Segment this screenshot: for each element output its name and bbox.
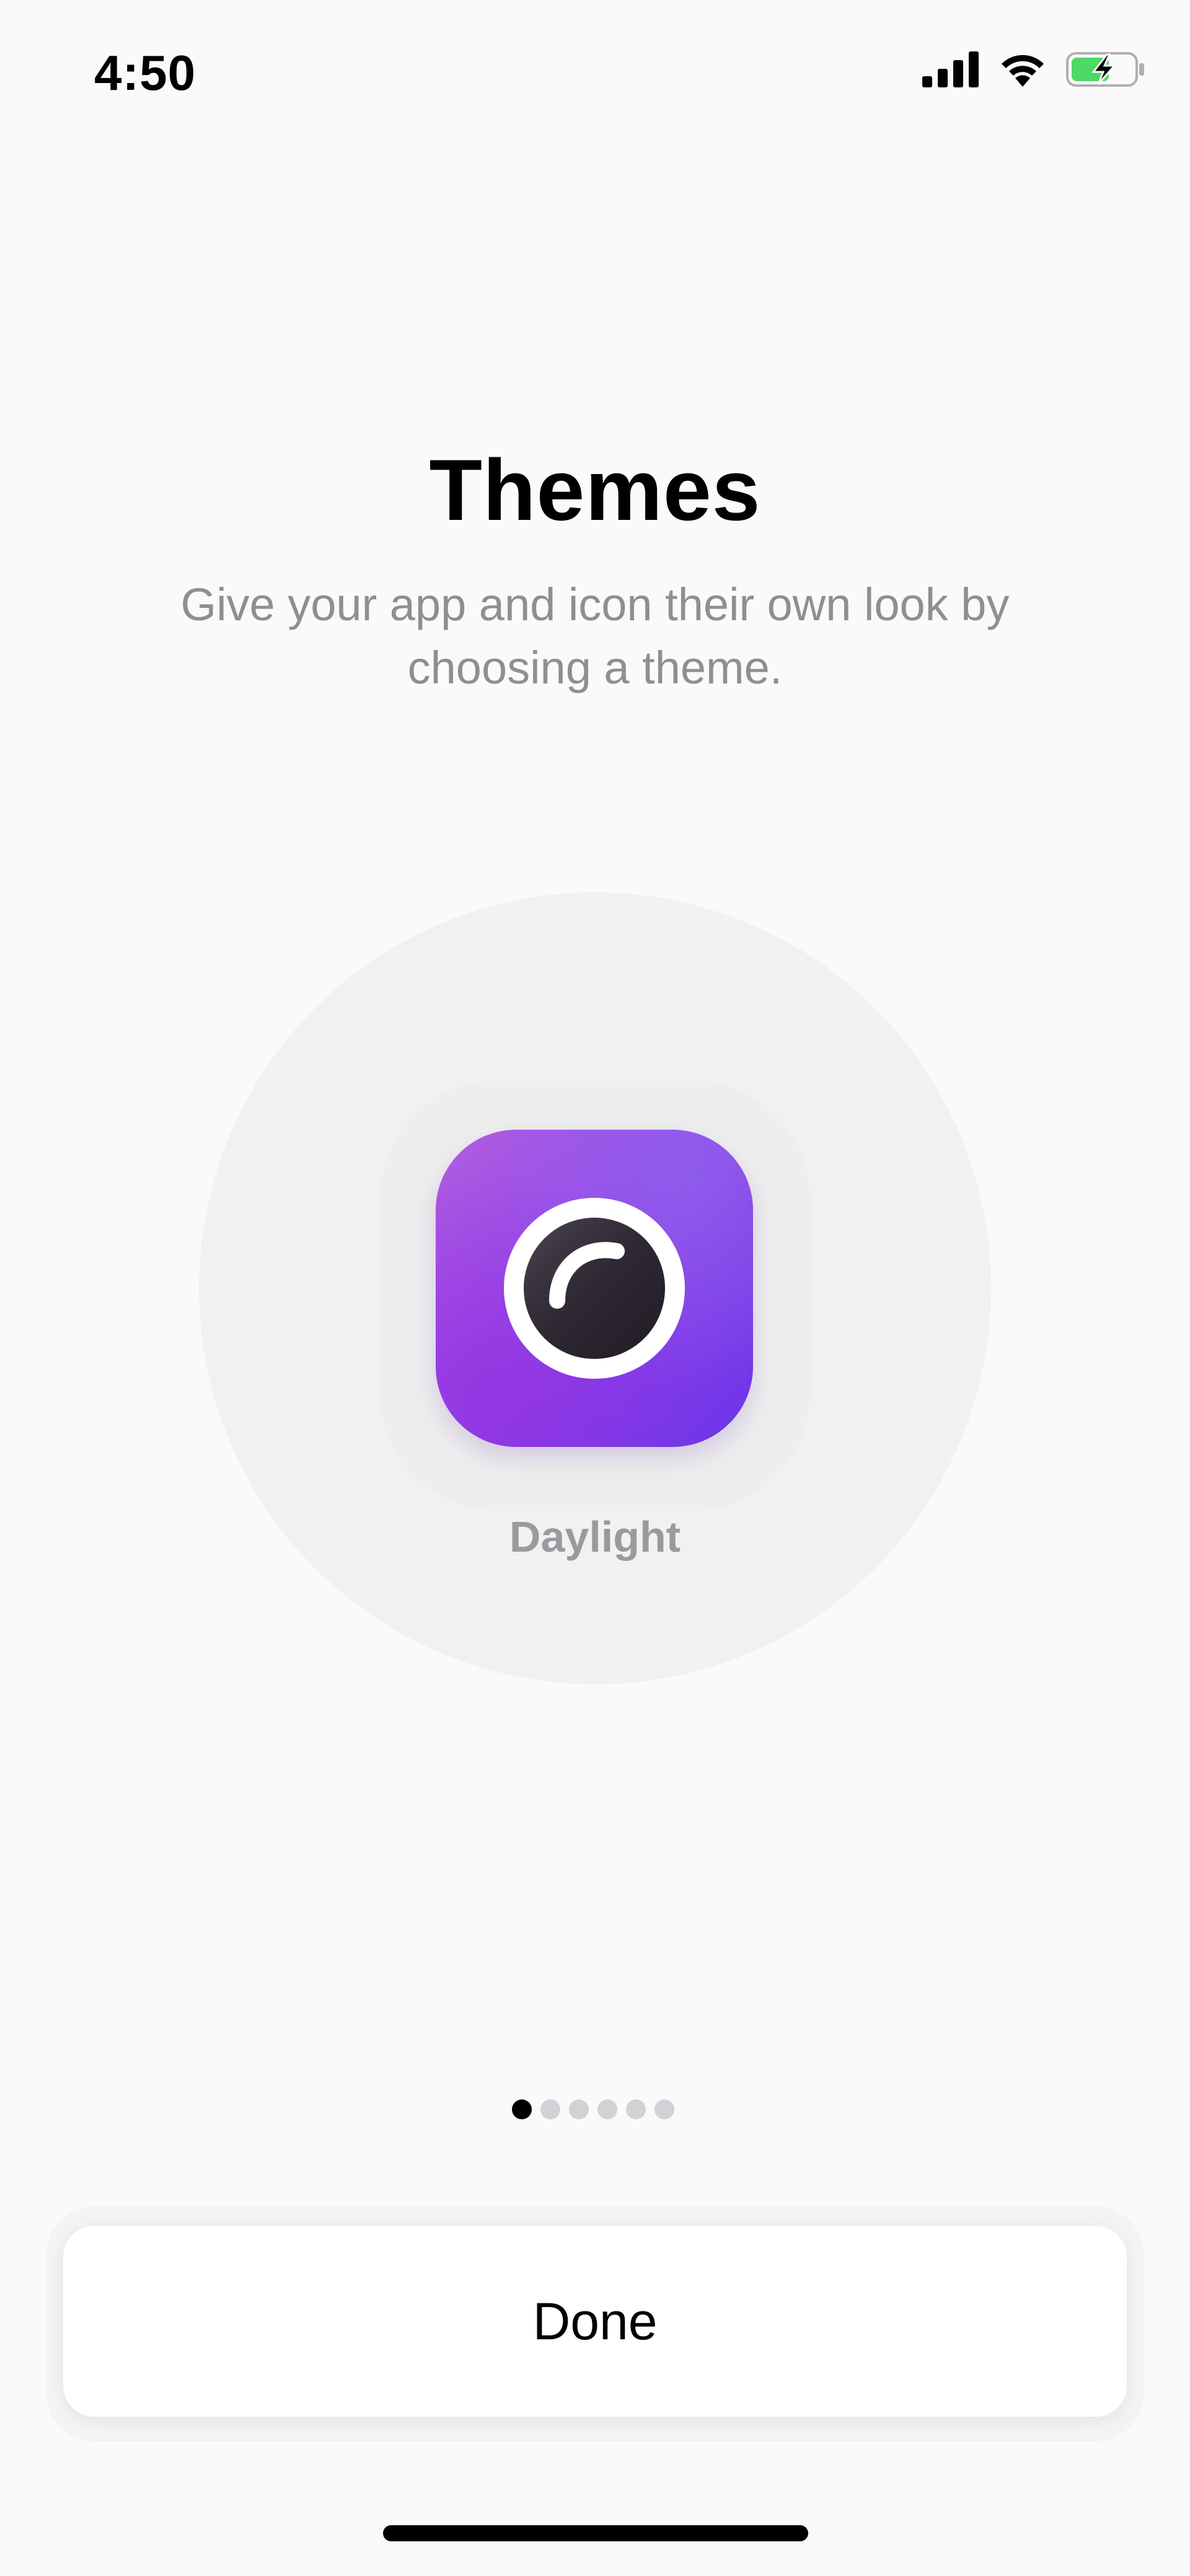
- wifi-icon: [998, 51, 1047, 88]
- camera-lens-icon: [504, 1198, 685, 1379]
- page-dot[interactable]: [597, 2099, 617, 2119]
- cellular-signal-icon: [922, 51, 979, 87]
- page-indicator[interactable]: [512, 2099, 674, 2119]
- battery-charging-icon: [1066, 51, 1147, 88]
- page-dot-active[interactable]: [512, 2099, 532, 2119]
- status-bar: 4:50: [0, 0, 1190, 149]
- done-button-label: Done: [532, 2292, 658, 2350]
- page-subtitle: Give your app and icon their own look by…: [180, 579, 1010, 693]
- page-dot[interactable]: [626, 2099, 646, 2119]
- page-dot[interactable]: [569, 2099, 589, 2119]
- home-indicator[interactable]: [383, 2525, 808, 2541]
- status-icons: [922, 51, 1147, 88]
- theme-name-label: Daylight: [509, 1513, 681, 1561]
- theme-app-icon[interactable]: [436, 1130, 753, 1447]
- page-dot[interactable]: [540, 2099, 560, 2119]
- status-time: 4:50: [94, 45, 196, 100]
- page-dot[interactable]: [654, 2099, 674, 2119]
- themes-onboarding-screen: 4:50 Themes Give your app and icon their…: [0, 0, 1190, 2576]
- page-title: Themes: [429, 441, 761, 538]
- done-button[interactable]: Done: [63, 2226, 1127, 2417]
